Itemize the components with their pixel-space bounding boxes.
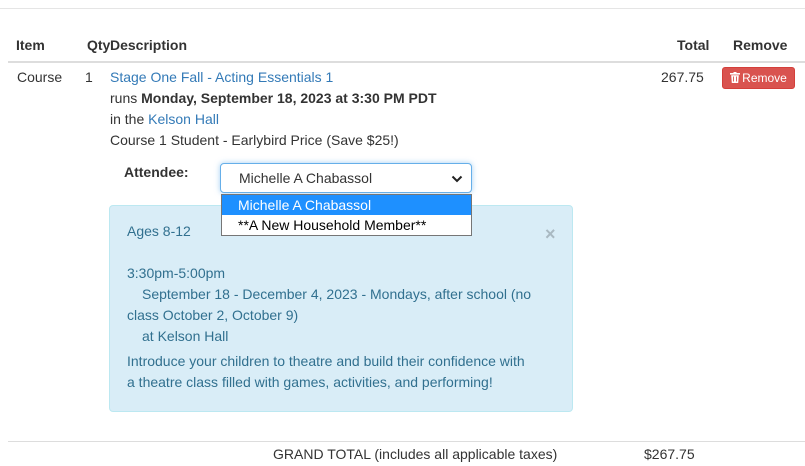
footer-divider [8, 441, 805, 442]
remove-button[interactable]: Remove [722, 67, 795, 89]
ages-text: Ages 8-12 [127, 223, 191, 239]
attendee-option-michelle[interactable]: Michelle A Chabassol [222, 195, 471, 215]
attendee-select[interactable]: Michelle A Chabassol [220, 163, 472, 193]
runs-line: runs Monday, September 18, 2023 at 3:30 … [110, 90, 437, 106]
description-line-1: Introduce your children to theatre and b… [127, 353, 525, 369]
grand-total-label: GRAND TOTAL (includes all applicable tax… [273, 446, 558, 462]
trash-icon [730, 69, 741, 83]
header-remove: Remove [733, 37, 788, 53]
venue-text: at Kelson Hall [142, 328, 229, 344]
item-type: Course [17, 69, 63, 85]
top-divider [0, 8, 805, 9]
close-icon[interactable]: × [545, 224, 556, 245]
runs-prefix: runs [110, 90, 138, 106]
item-total: 267.75 [661, 69, 704, 85]
header-item: Item [16, 37, 45, 53]
attendee-dropdown-list: Michelle A Chabassol **A New Household M… [221, 194, 472, 236]
remove-button-label: Remove [742, 71, 787, 85]
price-line: Course 1 Student - Earlybird Price (Save… [110, 132, 399, 148]
header-description: Description [110, 37, 188, 53]
header-total: Total [677, 37, 710, 53]
runs-date: Monday, September 18, 2023 at 3:30 PM PD… [141, 90, 437, 106]
location-line: in the Kelson Hall [110, 111, 219, 127]
schedule-line-2: class October 2, October 9) [127, 307, 299, 323]
attendee-selected-value: Michelle A Chabassol [239, 170, 373, 186]
time-text: 3:30pm-5:00pm [127, 265, 226, 281]
chevron-down-icon [451, 172, 463, 184]
grand-total-value: $267.75 [644, 446, 695, 462]
description-line-2: a theatre class filled with games, activ… [127, 374, 493, 390]
item-qty: 1 [85, 69, 93, 85]
location-link[interactable]: Kelson Hall [148, 111, 219, 127]
in-prefix: in the [110, 111, 145, 127]
course-info-alert: Ages 8-12 × 3:30pm-5:00pm September 18 -… [109, 205, 573, 412]
attendee-option-new-member[interactable]: **A New Household Member** [222, 215, 471, 235]
course-name-link[interactable]: Stage One Fall - Acting Essentials 1 [110, 69, 333, 85]
header-qty: Qty [87, 37, 111, 53]
schedule-line-1: September 18 - December 4, 2023 - Monday… [142, 286, 532, 302]
attendee-label: Attendee: [124, 164, 189, 180]
